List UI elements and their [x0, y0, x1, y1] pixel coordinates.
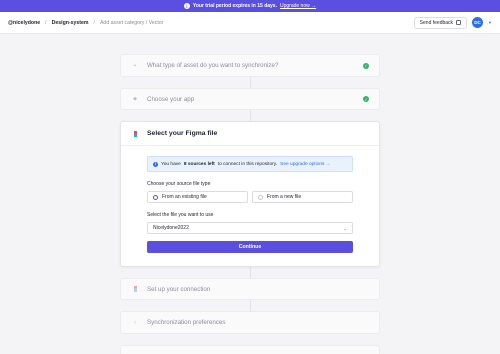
step-title: Select your Figma file — [147, 130, 218, 137]
figma-icon — [131, 286, 139, 292]
step-title: What type of asset do you want to synchr… — [147, 62, 279, 69]
radio-new-file[interactable]: From a new file — [252, 191, 353, 203]
step-next — [120, 345, 380, 354]
continue-button[interactable]: Continue — [147, 241, 353, 253]
external-link-icon — [456, 20, 462, 25]
step-asset-type[interactable]: + What type of asset do you want to sync… — [120, 54, 380, 77]
info-icon: i — [183, 3, 190, 9]
check-icon: ✓ — [363, 62, 369, 69]
radio-checked-icon — [153, 194, 158, 200]
step-title: Synchronization preferences — [147, 319, 226, 326]
step-connector — [250, 110, 251, 121]
upgrade-options-link[interactable]: See upgrade options → — [280, 162, 330, 167]
breadcrumb-separator: / — [45, 19, 47, 26]
sources-notice: i You have 8 sources left to connect in … — [147, 156, 353, 172]
notice-count: 8 sources left — [183, 161, 215, 167]
radio-unchecked-icon — [258, 194, 263, 200]
search-icon: ○ — [133, 319, 137, 326]
breadcrumb-repo[interactable]: Design-system — [52, 20, 89, 26]
send-feedback-button[interactable]: Send feedback — [413, 16, 468, 29]
step-title: Set up your connection — [147, 285, 211, 293]
breadcrumb-page: Add asset category / Vector — [99, 19, 164, 26]
step-title: Choose your app — [147, 95, 195, 103]
breadcrumb-separator: / — [93, 19, 95, 26]
select-value: Nicelydone2022 — [153, 225, 189, 231]
step-choose-app[interactable]: ◆ Choose your app ✓ — [120, 88, 380, 110]
step-select-figma-file: Select your Figma file i You have 8 sour… — [120, 121, 380, 267]
notice-text: You have — [161, 161, 181, 167]
trial-banner: i Your trial period expires in 15 days. … — [0, 0, 500, 12]
trial-text: Your trial period expires in 15 days. — [192, 3, 277, 9]
figma-file-select[interactable]: Nicelydone2022 ⌄ — [147, 222, 353, 234]
radio-label: From an existing file — [162, 194, 207, 200]
chevron-down-icon[interactable]: ▼ — [488, 20, 492, 25]
step-connector — [250, 300, 251, 311]
file-select-label: Select the file you want to use — [147, 212, 214, 218]
notice-text: to connect in this repository. — [217, 161, 278, 167]
step-connector — [250, 267, 251, 278]
send-feedback-label: Send feedback — [419, 19, 454, 26]
check-icon: ✓ — [363, 96, 369, 102]
plus-icon: + — [133, 62, 137, 69]
upgrade-link[interactable]: Upgrade now → — [280, 3, 316, 9]
avatar[interactable]: DC — [472, 17, 484, 28]
info-icon: i — [153, 161, 158, 167]
radio-label: From a new file — [267, 194, 302, 200]
breadcrumb-workspace[interactable]: @nicelydone — [8, 20, 40, 26]
source-type-label: Choose your source file type — [147, 181, 211, 187]
step-connector — [250, 77, 251, 88]
top-bar: @nicelydone / Design-system / Add asset … — [0, 12, 500, 34]
step-sync-preferences[interactable]: ○ Synchronization preferences — [120, 311, 380, 334]
app-icon: ◆ — [133, 96, 137, 102]
radio-existing-file[interactable]: From an existing file — [147, 191, 248, 203]
step-setup-connection[interactable]: Set up your connection — [120, 278, 380, 300]
figma-icon — [131, 130, 139, 137]
chevron-down-icon: ⌄ — [343, 225, 347, 231]
